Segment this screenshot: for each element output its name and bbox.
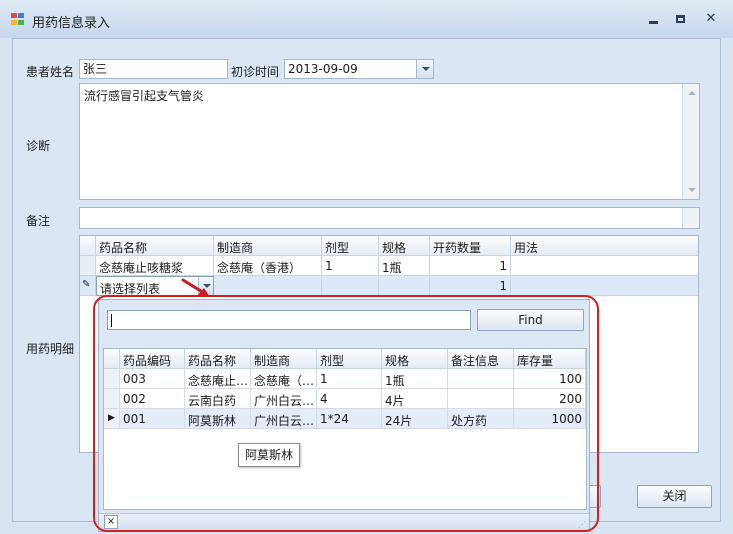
note-label: 备注 [26,214,51,228]
grid-cell[interactable]: 1瓶 [379,256,430,276]
grid-cell[interactable]: 念慈庵（香港） [214,256,322,276]
scroll-up-icon[interactable] [688,91,696,95]
visit-date-label: 初诊时间 [231,65,280,79]
find-button[interactable]: Find [477,309,584,331]
lookup-cell[interactable]: 4 [317,389,382,409]
title-bar[interactable]: 用药信息录入 ✕ [0,0,733,38]
diagnosis-textarea[interactable]: 流行感冒引起支气管炎 [79,83,700,200]
lookup-cell[interactable]: 200 [514,389,586,409]
grid-cell[interactable] [379,276,430,296]
lookup-header-cell[interactable]: 剂型 [317,349,382,369]
current-row-arrow-icon: ▶ [104,409,120,429]
maximize-button[interactable] [668,10,692,28]
lookup-cell[interactable]: 1*24 [317,409,382,429]
text-cursor [111,314,112,327]
grid-header-cell[interactable]: 剂型 [322,236,379,256]
list-item[interactable]: 002 云南白药 广州白云… 4 4片 200 [104,389,586,409]
lookup-header-row: 药品编码 药品名称 制造商 剂型 规格 备注信息 库存量 [104,349,586,369]
list-item[interactable]: 003 念慈庵止… 念慈庵（… 1 1瓶 100 [104,369,586,389]
maximize-icon [675,15,685,23]
lookup-cell[interactable] [448,389,514,409]
lookup-cell[interactable]: 云南白药 [185,389,251,409]
lookup-cell[interactable]: 念慈庵（… [251,369,317,389]
minimize-button[interactable] [641,10,665,28]
grid-cell[interactable] [511,276,698,296]
close-button[interactable]: 关闭 [637,485,712,508]
grid-cell[interactable] [214,276,322,296]
row-indicator [104,349,120,369]
medication-detail-label: 用药明细 [26,342,75,356]
note-input[interactable] [79,207,700,229]
close-window-button[interactable]: ✕ [699,10,723,28]
lookup-cell[interactable]: 念慈庵止… [185,369,251,389]
row-indicator [80,256,96,276]
medication-combo-value: 请选择列表 [100,282,161,296]
row-indicator [104,369,120,389]
grid-header-cell[interactable]: 用法 [511,236,698,256]
lookup-search-input[interactable] [107,310,471,330]
table-row[interactable]: ✎ 请选择列表 1 [80,276,698,296]
diagnosis-scrollbar[interactable] [682,84,699,199]
lookup-header-cell[interactable]: 库存量 [514,349,586,369]
grid-cell[interactable]: 1 [322,256,379,276]
lookup-header-cell[interactable]: 制造商 [251,349,317,369]
list-item[interactable]: ▶ 001 阿莫斯林 广州白云… 1*24 24片 处方药 1000 [104,409,586,429]
close-icon: ✕ [705,11,717,26]
grid-header-cell[interactable]: 药品名称 [96,236,214,256]
lookup-cell[interactable]: 1瓶 [382,369,448,389]
lookup-cell[interactable]: 4片 [382,389,448,409]
window-title: 用药信息录入 [32,16,111,31]
lookup-cell[interactable]: 003 [120,369,185,389]
popup-footer: × ⋰ [99,513,589,531]
diagnosis-text: 流行感冒引起支气管炎 [84,89,205,103]
grid-header-cell[interactable]: 开药数量 [430,236,511,256]
resize-grip-icon[interactable]: ⋰ [578,520,586,529]
note-scrollbar[interactable] [682,208,699,228]
grid-header-cell[interactable]: 规格 [379,236,430,256]
grid-cell[interactable] [322,276,379,296]
lookup-cell[interactable]: 1000 [514,409,586,429]
lookup-header-cell[interactable]: 药品编码 [120,349,185,369]
visit-date-dropdown-button[interactable] [416,60,433,78]
lookup-cell[interactable]: 24片 [382,409,448,429]
pencil-icon: ✎ [80,276,96,296]
lookup-cell[interactable]: 阿莫斯林 [185,409,251,429]
patient-name-input[interactable]: 张三 [79,59,228,79]
lookup-cell[interactable]: 100 [514,369,586,389]
lookup-grid[interactable]: 药品编码 药品名称 制造商 剂型 规格 备注信息 库存量 003 念慈庵止… 念… [103,348,587,510]
grid-header-row: 药品名称 制造商 剂型 规格 开药数量 用法 [80,236,698,256]
app-icon [11,13,24,25]
grid-cell[interactable]: 1 [430,256,511,276]
lookup-cell[interactable]: 广州白云… [251,409,317,429]
grid-header-cell[interactable]: 制造商 [214,236,322,256]
lookup-header-cell[interactable]: 药品名称 [185,349,251,369]
scroll-down-icon[interactable] [688,188,696,192]
lookup-cell[interactable]: 1 [317,369,382,389]
row-indicator [80,236,96,256]
patient-name-label: 患者姓名 [26,65,75,79]
chevron-down-icon [422,67,430,71]
lookup-cell[interactable]: 002 [120,389,185,409]
grid-cell[interactable] [511,256,698,276]
lookup-cell[interactable]: 广州白云… [251,389,317,409]
grid-cell[interactable]: 念慈庵止咳糖浆 [96,256,214,276]
visit-date-combo[interactable]: 2013-09-09 [284,59,434,79]
lookup-cell[interactable]: 001 [120,409,185,429]
lookup-header-cell[interactable]: 规格 [382,349,448,369]
diagnosis-label: 诊断 [26,139,51,153]
grid-cell[interactable]: 1 [430,276,511,296]
lookup-cell[interactable]: 处方药 [448,409,514,429]
minimize-icon [648,21,658,24]
lookup-cell[interactable] [448,369,514,389]
lookup-header-cell[interactable]: 备注信息 [448,349,514,369]
row-indicator [104,389,120,409]
visit-date-value: 2013-09-09 [288,62,358,76]
close-popup-icon[interactable]: × [104,515,118,529]
medication-lookup-popup[interactable]: Find 药品编码 药品名称 制造商 剂型 规格 备注信息 库存量 003 念慈… [98,299,590,532]
tooltip: 阿莫斯林 [238,443,301,467]
table-row[interactable]: 念慈庵止咳糖浆 念慈庵（香港） 1 1瓶 1 [80,256,698,276]
annotation-arrow-icon [181,278,210,297]
